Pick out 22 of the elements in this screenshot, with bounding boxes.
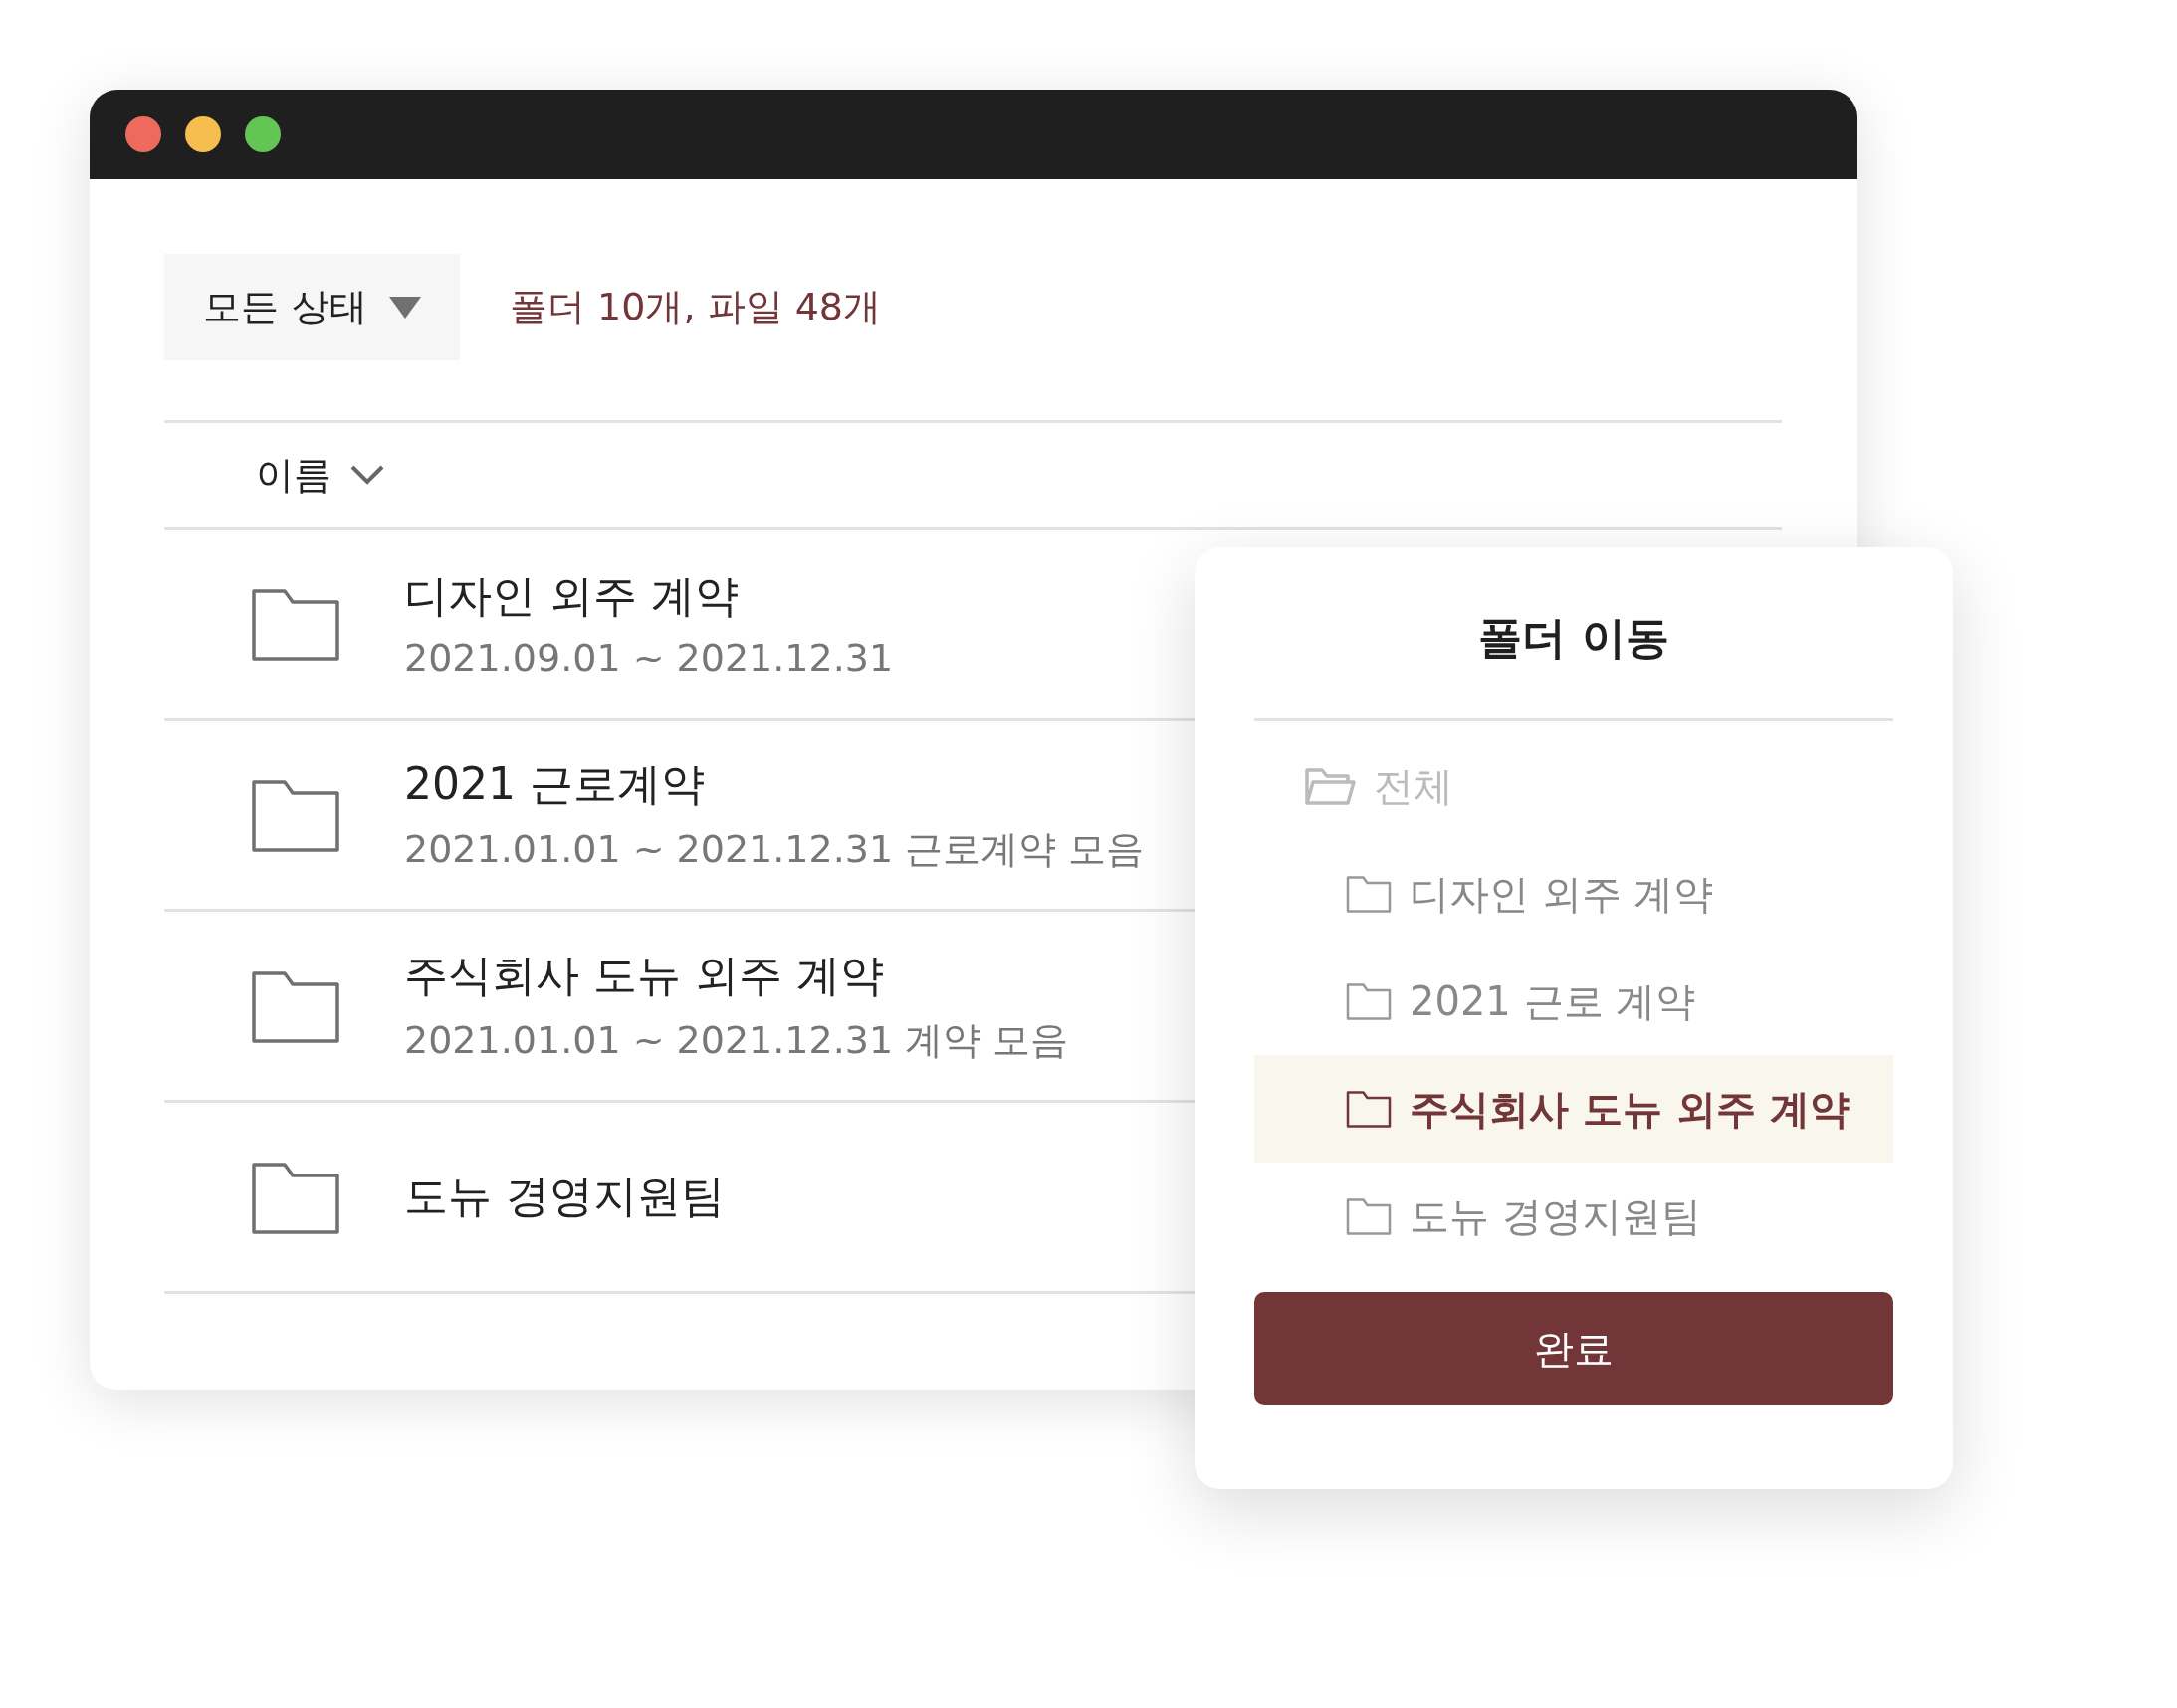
item-count: 폴더 10개, 파일 48개 [510,284,882,330]
status-dropdown[interactable]: 모든 상태 [164,254,460,360]
folder-icon [1346,1090,1392,1128]
open-folder-icon [1304,766,1356,806]
triangle-down-icon [388,296,421,319]
folder-icon [1346,1197,1392,1235]
zoom-dot-icon[interactable] [245,116,281,152]
folder-detail: 2021.09.01 ~ 2021.12.31 [404,636,894,680]
done-button[interactable]: 완료 [1254,1292,1893,1405]
minimize-dot-icon[interactable] [185,116,221,152]
folder-name: 디자인 외주 계약 [404,569,740,623]
folder-detail: 2021.01.01 ~ 2021.12.31 근로계약 모음 [404,825,1145,873]
folder-name: 도뉴 경영지원팀 [404,1170,725,1223]
folder-detail: 2021.01.01 ~ 2021.12.31 계약 모음 [404,1016,1069,1064]
sort-button[interactable]: 이름 [256,449,385,501]
folder-name: 주식회사 도뉴 외주 계약 [404,948,885,1002]
close-dot-icon[interactable] [125,116,161,152]
folder-icon [1346,875,1392,913]
folder-name: 2021 근로계약 [404,756,706,811]
chevron-down-icon [349,464,385,486]
folder-icon [1346,982,1392,1020]
dialog-title: 폴더 이동 [1254,597,1893,721]
